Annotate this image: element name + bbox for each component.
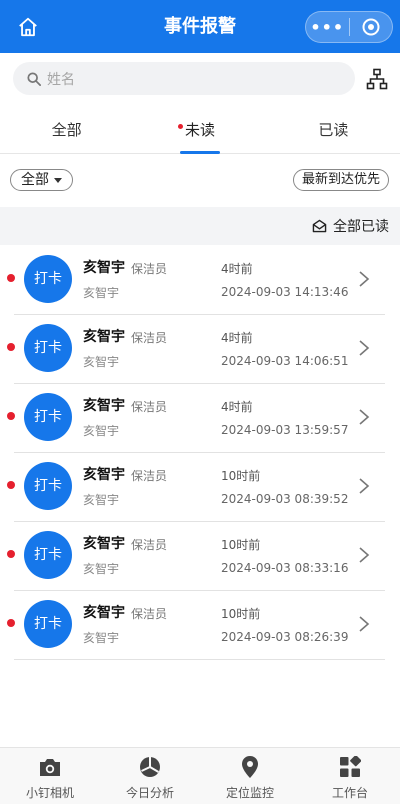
camera-icon — [37, 754, 63, 780]
person-name: 亥智宇 — [83, 467, 125, 483]
tabbar-item-location[interactable]: 定位监控 — [200, 748, 300, 804]
event-timestamp: 2024-09-03 14:13:46 — [221, 285, 349, 299]
relative-time: 10时前 — [221, 607, 261, 621]
chevron-right-icon — [359, 616, 370, 632]
search-input[interactable]: 姓名 — [13, 62, 355, 95]
event-type-avatar: 打卡 — [24, 600, 72, 648]
relative-time: 4时前 — [221, 400, 253, 414]
close-miniapp-button[interactable] — [349, 12, 392, 42]
relative-time: 10时前 — [221, 469, 261, 483]
event-timestamp: 2024-09-03 08:39:52 — [221, 492, 349, 506]
tab-read-label: 已读 — [318, 121, 349, 139]
more-menu-button[interactable]: ••• — [306, 12, 349, 42]
unread-dot — [7, 481, 15, 489]
relative-time: 10时前 — [221, 538, 261, 552]
unread-dot — [7, 412, 15, 420]
tabbar-label-camera: 小钉相机 — [25, 786, 74, 800]
person-subtitle: 亥智宇 — [83, 424, 120, 438]
bottom-tab-bar: 小钉相机 今日分析 定位监控 工作台 — [0, 747, 400, 804]
read-all-bar: 全部已读 — [0, 207, 400, 245]
person-name: 亥智宇 — [83, 260, 125, 276]
tab-read[interactable]: 已读 — [267, 108, 400, 153]
event-list: 打卡 亥智宇 保洁员 亥智宇 4时前 2024-09-03 14:13:46 打… — [0, 246, 400, 660]
mark-all-read-label: 全部已读 — [333, 219, 389, 235]
chevron-right-icon — [359, 409, 370, 425]
chevron-right-icon — [359, 547, 370, 563]
person-subtitle: 亥智宇 — [83, 286, 120, 300]
event-row[interactable]: 打卡 亥智宇 保洁员 亥智宇 4时前 2024-09-03 13:59:57 — [0, 384, 400, 453]
caret-down-icon — [54, 177, 62, 183]
event-type-avatar: 打卡 — [24, 393, 72, 441]
pie-chart-icon — [137, 754, 163, 780]
relative-time: 4时前 — [221, 262, 253, 276]
relative-time: 4时前 — [221, 331, 253, 345]
mark-all-read-button[interactable]: 全部已读 — [312, 216, 389, 236]
event-row[interactable]: 打卡 亥智宇 保洁员 亥智宇 10时前 2024-09-03 08:33:16 — [0, 522, 400, 591]
event-row[interactable]: 打卡 亥智宇 保洁员 亥智宇 4时前 2024-09-03 14:06:51 — [0, 315, 400, 384]
search-icon — [27, 71, 41, 86]
envelope-open-icon — [312, 219, 327, 233]
active-tab-indicator — [179, 151, 220, 154]
tabbar-item-workbench[interactable]: 工作台 — [300, 748, 400, 804]
org-structure-button[interactable] — [364, 66, 390, 92]
sort-button[interactable]: 最新到达优先 — [292, 169, 389, 191]
event-row[interactable]: 打卡 亥智宇 保洁员 亥智宇 4时前 2024-09-03 14:13:46 — [0, 246, 400, 315]
event-timestamp: 2024-09-03 08:33:16 — [221, 561, 349, 575]
event-timestamp: 2024-09-03 13:59:57 — [221, 423, 349, 437]
event-type-avatar: 打卡 — [24, 255, 72, 303]
chevron-right-icon — [359, 340, 370, 356]
event-type-avatar: 打卡 — [24, 531, 72, 579]
nav-header: 事件报警 ••• — [0, 0, 400, 53]
event-timestamp: 2024-09-03 08:26:39 — [221, 630, 349, 644]
event-timestamp: 2024-09-03 14:06:51 — [221, 354, 349, 368]
person-name: 亥智宇 — [83, 536, 125, 552]
person-role: 保洁员 — [131, 400, 168, 414]
unread-dot — [7, 619, 15, 627]
tabbar-label-analysis: 今日分析 — [125, 786, 174, 800]
tab-all-label: 全部 — [51, 121, 82, 139]
person-role: 保洁员 — [131, 538, 168, 552]
tabbar-item-analysis[interactable]: 今日分析 — [100, 748, 200, 804]
search-placeholder: 姓名 — [47, 71, 75, 88]
event-type-avatar: 打卡 — [24, 324, 72, 372]
event-row[interactable]: 打卡 亥智宇 保洁员 亥智宇 10时前 2024-09-03 08:39:52 — [0, 453, 400, 522]
tab-unread-label: 未读 — [184, 121, 215, 139]
chevron-right-icon — [359, 478, 370, 494]
chevron-right-icon — [359, 271, 370, 287]
event-row[interactable]: 打卡 亥智宇 保洁员 亥智宇 10时前 2024-09-03 08:26:39 — [0, 591, 400, 660]
person-name: 亥智宇 — [83, 398, 125, 414]
workbench-grid-icon — [337, 754, 363, 780]
tab-all[interactable]: 全部 — [0, 108, 133, 153]
category-filter-dropdown[interactable]: 全部 — [10, 169, 73, 191]
miniapp-capsule: ••• — [305, 11, 393, 43]
category-filter-value: 全部 — [21, 172, 49, 188]
tab-unread[interactable]: 未读 — [133, 108, 266, 154]
tabbar-label-location: 定位监控 — [225, 786, 274, 800]
filter-row: 全部 最新到达优先 — [0, 160, 400, 200]
person-subtitle: 亥智宇 — [83, 562, 120, 576]
event-alarm-page: 事件报警 ••• 姓名 全部 未读 已读 全部 最新到达优先 全部已读 打卡 亥… — [0, 0, 400, 804]
tabbar-label-workbench: 工作台 — [331, 786, 368, 800]
person-role: 保洁员 — [131, 331, 168, 345]
person-subtitle: 亥智宇 — [83, 493, 120, 507]
read-status-tabs: 全部 未读 已读 — [0, 108, 400, 154]
target-close-icon — [362, 18, 380, 36]
tabbar-item-camera[interactable]: 小钉相机 — [0, 748, 100, 804]
unread-tab-dot — [178, 124, 184, 129]
person-subtitle: 亥智宇 — [83, 355, 120, 369]
event-type-avatar: 打卡 — [24, 462, 72, 510]
unread-dot — [7, 343, 15, 351]
location-pin-icon — [237, 754, 263, 780]
person-role: 保洁员 — [131, 607, 168, 621]
person-role: 保洁员 — [131, 262, 168, 276]
person-role: 保洁员 — [131, 469, 168, 483]
org-chart-icon — [366, 68, 388, 90]
unread-dot — [7, 550, 15, 558]
person-name: 亥智宇 — [83, 329, 125, 345]
row-divider — [14, 659, 385, 660]
unread-dot — [7, 274, 15, 282]
person-subtitle: 亥智宇 — [83, 631, 120, 645]
person-name: 亥智宇 — [83, 605, 125, 621]
